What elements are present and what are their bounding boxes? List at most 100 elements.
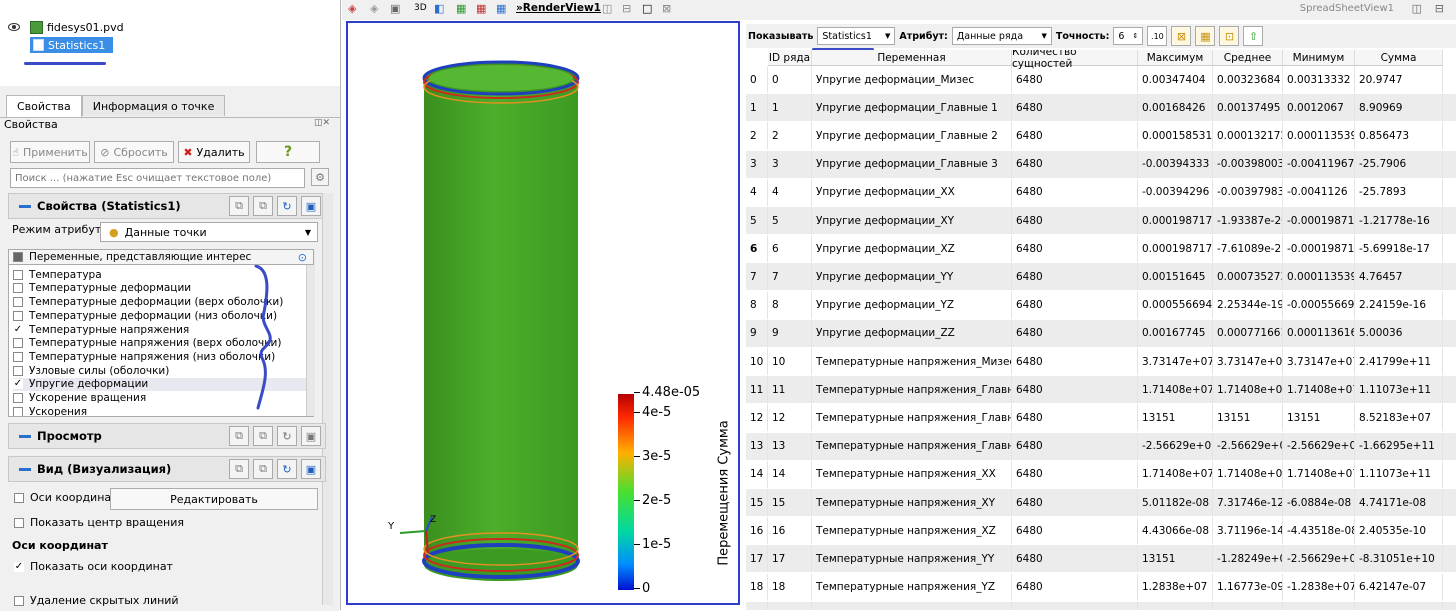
apply-button[interactable]: ☝ Применить (10, 141, 90, 163)
copy-icon[interactable]: ⧉ (229, 459, 249, 479)
table-row[interactable]: 15 15 Температурные напряжения_XY 6480 5.011… (746, 489, 1456, 516)
split-horizontal-icon[interactable]: ◫ (602, 2, 612, 15)
variable-checkbox[interactable] (13, 297, 23, 308)
show-axes-option[interactable]: ✓ Показать оси координат (14, 560, 173, 573)
table-row[interactable]: 17 17 Температурные напряжения_YY 6480 13151… (746, 545, 1456, 573)
help-button[interactable]: ? (256, 141, 320, 163)
visibility-eye-icon[interactable] (8, 23, 20, 31)
pipeline-item-fidesys[interactable]: fidesys01.pvd (8, 18, 124, 36)
column-header[interactable]: Количество сущностей (1012, 50, 1138, 70)
variable-item[interactable]: Температурные деформации (верх оболочки) (13, 295, 283, 309)
tab-point-info[interactable]: Информация о точке (81, 95, 226, 116)
section-display[interactable]: Вид (Визуализация) ⧉ ⧉ ↻ ▣ (8, 456, 326, 482)
variable-item[interactable]: Ускорение вращения (13, 391, 146, 405)
table-row[interactable]: 1212Температурные напряжения_Главные 264… (746, 404, 1456, 432)
axes-option[interactable]: Оси координат (14, 491, 118, 504)
column-header[interactable]: Среднее (1213, 50, 1283, 66)
search-input-box[interactable] (10, 168, 305, 188)
render-view[interactable]: Y Z 4.48e-05 4e-5 3e-5 2e-5 1e-5 0 Перем… (346, 21, 740, 605)
interactive-select-icon[interactable]: ▦ (496, 2, 506, 15)
variable-checkbox[interactable] (13, 338, 23, 349)
reload-icon[interactable]: ↻ (277, 459, 297, 479)
column-header[interactable]: Сумма (1355, 50, 1443, 66)
select-all-checkbox[interactable] (13, 252, 23, 262)
paste-icon[interactable]: ⧉ (253, 459, 273, 479)
reload-icon[interactable]: ↻ (277, 196, 297, 216)
table-row[interactable]: 2 2 Упругие деформации_Главные 2 6480 0.0001… (746, 122, 1456, 150)
maximize-icon[interactable]: □ (642, 2, 652, 15)
table-row[interactable]: 1919Температурные напряжения_ZZ648013151… (746, 601, 1456, 610)
advanced-settings-gear-icon[interactable]: ⚙ (311, 168, 329, 186)
toggle-columns-icon[interactable]: ▦ (1195, 26, 1216, 46)
table-row[interactable]: 16 16 Температурные напряжения_XZ 6480 4.430… (746, 517, 1456, 545)
selection-only-icon[interactable]: ⊠ (1171, 26, 1192, 46)
variables-scrollbar[interactable] (306, 250, 315, 416)
tab-properties[interactable]: Свойства (6, 95, 82, 117)
delete-button[interactable]: ✖ Удалить (178, 141, 250, 163)
table-row[interactable]: 5 5 Упругие деформации_XY 6480 0.000198717 -1… (746, 207, 1456, 234)
paste-icon[interactable]: ⧉ (253, 426, 273, 446)
hidden-lines-option[interactable]: Удаление скрытых линий (14, 594, 179, 607)
expand-circle-icon[interactable]: ⊙ (298, 251, 307, 264)
reset-button[interactable]: ⊘ Сбросить (94, 141, 174, 163)
attribute-select[interactable]: Данные ряда ▼ (951, 27, 1052, 45)
variable-checkbox[interactable] (13, 351, 23, 362)
variable-item[interactable]: Ускорения (13, 405, 87, 416)
capture-icon[interactable]: ▣ (390, 2, 400, 15)
reset-camera-icon[interactable]: ◧ (434, 2, 444, 15)
show-axes-checkbox[interactable]: ✓ (14, 561, 24, 572)
save-icon[interactable]: ▣ (301, 426, 321, 446)
variable-checkbox[interactable] (13, 283, 23, 294)
variables-header[interactable]: Переменные, представляющие интерес ⊙ (8, 249, 314, 265)
variable-item[interactable]: Температурные деформации (низ оболочки) (13, 309, 277, 323)
paste-icon[interactable]: ⧉ (253, 196, 273, 216)
table-row[interactable]: 1111Температурные напряжения_Главные 164… (746, 376, 1456, 404)
camera-undo-icon[interactable]: ◈ (370, 2, 378, 15)
table-row[interactable]: 0 0 Упругие деформации_Мизес 6480 0.00347404… (746, 66, 1456, 93)
column-header[interactable]: Минимум (1283, 50, 1355, 66)
select-cells-icon[interactable]: ▦ (456, 2, 466, 15)
table-row[interactable]: 1313Температурные напряжения_Главные 364… (746, 432, 1456, 460)
hidden-lines-checkbox[interactable] (14, 595, 24, 606)
axes-checkbox[interactable] (14, 492, 24, 503)
variable-checkbox[interactable] (13, 365, 23, 376)
table-row[interactable]: 18 18 Температурные напряжения_YZ 6480 1.283… (746, 573, 1456, 601)
table-row[interactable]: 8 8 Упругие деформации_YZ 6480 0.000556694 2.… (746, 291, 1456, 319)
table-row[interactable]: 10 10 Температурные напряжения_Мизес 6480 3.… (746, 348, 1456, 375)
save-icon[interactable]: ▣ (301, 459, 321, 479)
variable-item[interactable]: Температурные деформации (13, 282, 191, 296)
variable-checkbox[interactable] (13, 406, 23, 416)
close-view-icon[interactable]: ⊠ (662, 2, 671, 15)
pipeline-item-statistics[interactable]: Statistics1 (30, 37, 113, 53)
column-header[interactable]: ID ряда (768, 50, 812, 66)
variable-item[interactable]: Температура (13, 268, 102, 282)
table-row[interactable]: 6 6 Упругие деформации_XZ 6480 0.000198717 -7… (746, 235, 1456, 263)
split-vertical-icon[interactable]: ⊟ (622, 2, 631, 15)
variable-item[interactable]: ✓ Температурные напряжения (13, 323, 189, 337)
table-row[interactable]: 9 9 Упругие деформации_ZZ 6480 0.00167745 0.0… (746, 319, 1456, 347)
variable-checkbox[interactable]: ✓ (13, 379, 23, 390)
table-row[interactable]: 1 1 Упругие деформации_Главные 1 6480 0.0016… (746, 94, 1456, 122)
properties-scrollbar[interactable] (322, 193, 333, 605)
table-row[interactable]: 7 7 Упругие деформации_YY 6480 0.00151645 0.0… (746, 263, 1456, 291)
camera-icon[interactable]: ◈ (348, 2, 356, 15)
save-icon[interactable]: ▣ (301, 196, 321, 216)
variable-checkbox[interactable] (13, 269, 23, 280)
column-header[interactable]: Максимум (1138, 50, 1213, 66)
variable-item[interactable]: Температурные напряжения (верх оболочки) (13, 337, 281, 351)
variable-item[interactable]: Узловые силы (оболочки) (13, 364, 169, 378)
export-icon[interactable]: ⇧ (1243, 26, 1264, 46)
precision-spinbox[interactable]: 6 ⇕ (1113, 27, 1144, 45)
table-row[interactable]: 14 14 Температурные напряжения_XX 6480 1.714… (746, 460, 1456, 488)
show-center-option[interactable]: Показать центр вращения (14, 516, 184, 529)
reload-icon[interactable]: ↻ (277, 426, 297, 446)
fixed-representation-icon[interactable]: .10 (1147, 26, 1168, 46)
attribute-mode-select[interactable]: ● Данные точки ▼ (100, 222, 318, 242)
table-row[interactable]: 3 3 Упругие деформации_Главные 3 6480 -0.003… (746, 150, 1456, 178)
split-vertical-icon[interactable]: ⊟ (1435, 2, 1444, 15)
table-row[interactable]: 4 4 Упругие деформации_XX 6480 -0.00394296 -0… (746, 178, 1456, 206)
variable-checkbox[interactable]: ✓ (13, 324, 23, 335)
copy-icon[interactable]: ⧉ (229, 196, 249, 216)
panel-float-close-icon[interactable]: ◫✕ (314, 118, 330, 128)
variable-checkbox[interactable] (13, 393, 23, 404)
